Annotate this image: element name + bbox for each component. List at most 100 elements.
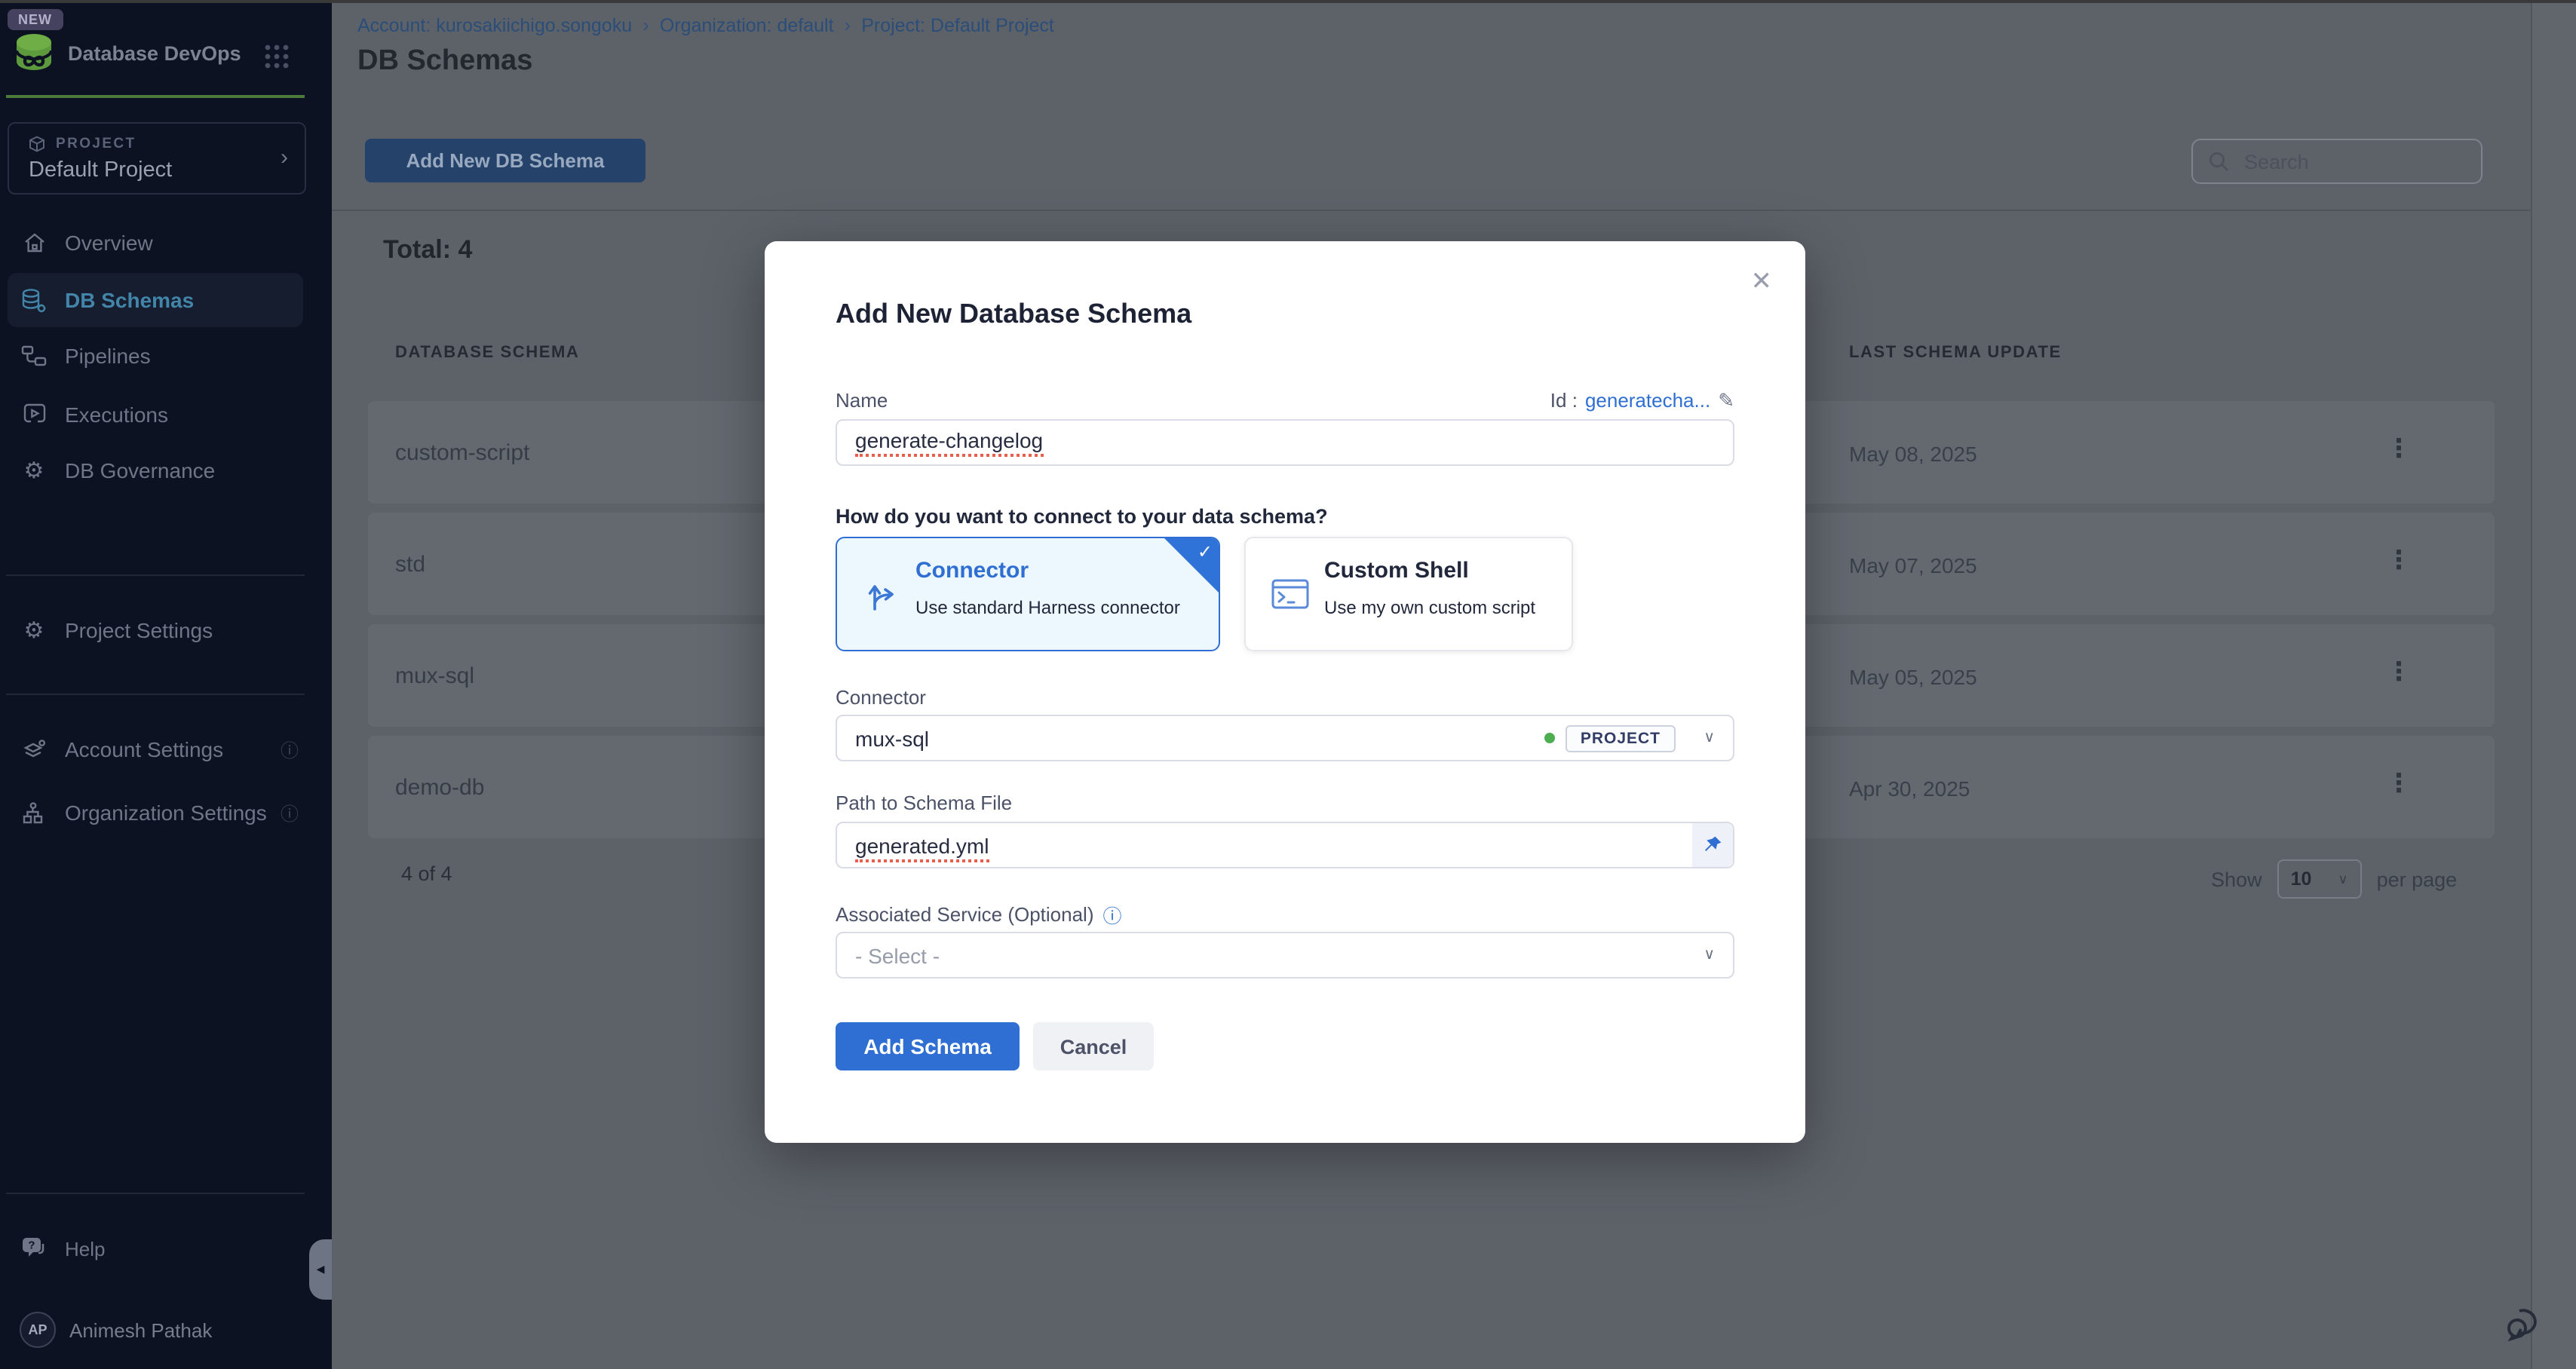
sidebar-item-label: Executions [65,403,168,427]
chevron-down-icon: ∨ [1704,947,1715,963]
name-label-row: Name Id : generatecha... ✎ [836,389,1734,413]
add-schema-button[interactable]: Add Schema [836,1022,1020,1070]
name-field[interactable]: generate-changelog [836,419,1734,466]
path-field[interactable]: generated.yml [836,822,1734,868]
breadcrumb-org-link[interactable]: Organization: default [660,14,834,35]
breadcrumb-account-link[interactable]: Account: kurosakiichigo.songoku [357,14,632,35]
breadcrumb: Account: kurosakiichigo.songoku › Organi… [357,14,1054,36]
sidebar-divider [6,694,305,695]
sidebar: NEW Database DevOps [0,0,332,1369]
project-selector[interactable]: PROJECT Default Project › [8,122,306,194]
path-value: generated.yml [855,834,989,862]
layers-gear-icon [21,737,47,762]
per-page-label: per page [2377,868,2458,890]
pagination-range: 4 of 4 [401,862,452,885]
sidebar-item-label: Overview [65,231,153,255]
info-icon[interactable]: ⓘ [281,737,299,762]
option-title: Connector [915,558,1029,583]
project-label: PROJECT [56,136,136,152]
screen: NEW Database DevOps [0,0,2576,1369]
info-icon[interactable]: ⓘ [1103,900,1122,929]
breadcrumb-project-link[interactable]: Project: Default Project [861,14,1054,35]
terminal-icon [1271,577,1308,614]
user-profile[interactable]: AP Animesh Pathak [20,1312,212,1348]
id-value[interactable]: generatecha... [1585,389,1710,412]
sidebar-item-db-schemas[interactable]: DB Schemas [0,283,332,317]
show-label: Show [2211,868,2262,890]
sidebar-item-label: Pipelines [65,344,151,368]
sidebar-item-account-settings[interactable]: Account Settings ⓘ [0,733,332,766]
service-label-row: Associated Service (Optional) ⓘ [836,900,1122,929]
search-icon [2208,151,2229,172]
row-menu-icon[interactable]: ⋮ [2386,657,2412,688]
service-select[interactable]: - Select - ∨ [836,932,1734,979]
option-title: Custom Shell [1324,558,1469,583]
runtime-input-pin[interactable] [1692,823,1733,867]
accent-line [6,95,305,98]
support-chat-icon[interactable] [2504,1300,2546,1342]
sidebar-item-label: Account Settings [65,737,223,761]
org-gear-icon [21,800,47,825]
connector-branch-icon [863,577,899,614]
option-card-custom-shell[interactable]: Custom Shell Use my own custom script [1244,537,1573,651]
avatar: AP [20,1312,56,1348]
project-name: Default Project [29,158,172,182]
option-card-connector[interactable]: Connector Use standard Harness connector… [836,537,1220,651]
sidebar-item-organization-settings[interactable]: Organization Settings ⓘ [0,796,332,829]
scrollbar-track[interactable] [2531,3,2576,1369]
status-dot [1544,733,1555,743]
service-label: Associated Service (Optional) [836,903,1094,926]
sidebar-item-project-settings[interactable]: ⚙ Project Settings [0,614,332,647]
row-menu-icon[interactable]: ⋮ [2386,769,2412,799]
connector-select[interactable]: mux-sql PROJECT ∨ [836,715,1734,761]
sidebar-item-executions[interactable]: Executions [0,398,332,431]
name-label: Name [836,389,888,412]
app-grid-icon[interactable] [264,44,290,69]
app-logo-icon [12,30,56,74]
sidebar-collapse-handle[interactable]: ◀ [309,1239,332,1300]
search-input-wrap [2191,139,2482,184]
path-label: Path to Schema File [836,792,1012,814]
schema-name: demo-db [395,775,484,801]
schema-updated: Apr 30, 2025 [1849,776,1970,801]
edit-id-icon[interactable]: ✎ [1718,389,1734,413]
add-new-db-schema-button[interactable]: Add New DB Schema [365,139,646,182]
svg-text:?: ? [28,1239,35,1252]
sidebar-divider [6,574,305,576]
column-header-last-schema-update: LAST SCHEMA UPDATE [1849,344,2062,362]
page-size-select[interactable]: 10 ∨ [2277,859,2362,899]
connector-scope: PROJECT [1544,724,1676,752]
sidebar-item-help[interactable]: ? Help [0,1232,332,1265]
sidebar-item-pipelines[interactable]: Pipelines [0,339,332,372]
help-chat-icon: ? [21,1236,47,1261]
sidebar-item-overview[interactable]: Overview [0,226,332,259]
user-name: Animesh Pathak [69,1318,212,1341]
row-menu-icon[interactable]: ⋮ [2386,434,2412,464]
governance-gear-icon: ⚙ [21,458,47,483]
connector-value: mux-sql [855,726,929,750]
search-input[interactable] [2241,149,2443,174]
option-subtitle: Use standard Harness connector [915,597,1180,618]
service-placeholder: - Select - [855,943,940,967]
executions-icon [21,402,47,427]
top-strip [0,0,2576,3]
info-icon[interactable]: ⓘ [281,800,299,825]
chevron-down-icon: ∨ [1704,730,1715,746]
sidebar-item-db-governance[interactable]: ⚙ DB Governance [0,454,332,487]
entity-id: Id : generatecha... ✎ [1550,389,1734,413]
schema-name: mux-sql [395,663,474,689]
row-menu-icon[interactable]: ⋮ [2386,546,2412,576]
pipelines-icon [21,343,47,369]
cancel-button[interactable]: Cancel [1033,1022,1154,1070]
toolbar-divider [332,210,2531,211]
close-icon[interactable]: ✕ [1751,267,1773,297]
column-header-database-schema: DATABASE SCHEMA [395,344,579,362]
name-value: generate-changelog [855,428,1043,457]
pagination-controls: Show 10 ∨ per page [2211,859,2457,899]
sidebar-item-label: Organization Settings [65,801,267,825]
app-title: Database DevOps [68,42,241,65]
breadcrumb-separator: › [845,14,851,36]
scope-badge: PROJECT [1566,724,1676,752]
chevron-down-icon: ∨ [2338,871,2348,887]
schema-name: std [395,552,425,577]
